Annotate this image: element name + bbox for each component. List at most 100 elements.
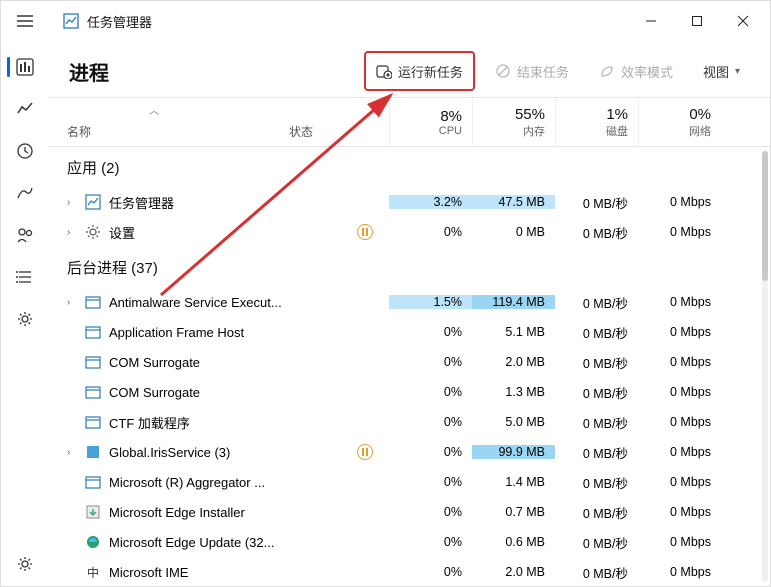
process-row[interactable]: ›设置0%0 MB0 MB/秒0 Mbps xyxy=(49,217,770,247)
nav-startup[interactable] xyxy=(5,173,45,213)
view-label: 视图 xyxy=(703,62,729,81)
cell-cpu: 3.2% xyxy=(389,195,472,209)
cell-mem: 2.0 MB xyxy=(472,355,555,369)
cell-mem: 5.0 MB xyxy=(472,415,555,429)
toolbar: 进程 运行新任务 结束任务 效率模式 视图 ▾ xyxy=(49,45,770,97)
process-name: Microsoft IME xyxy=(109,565,188,580)
process-row[interactable]: ›Antimalware Service Execut...1.5%119.4 … xyxy=(49,287,770,317)
scrollbar-thumb[interactable] xyxy=(762,151,768,281)
nav-users[interactable] xyxy=(5,215,45,255)
process-name: Microsoft Edge Installer xyxy=(109,505,245,520)
process-row[interactable]: Application Frame Host0%5.1 MB0 MB/秒0 Mb… xyxy=(49,317,770,347)
cell-net: 0 Mbps xyxy=(638,565,721,579)
cell-net: 0 Mbps xyxy=(638,445,721,459)
end-task-button[interactable]: 结束任务 xyxy=(485,55,579,87)
maximize-button[interactable] xyxy=(674,1,720,41)
end-task-icon xyxy=(495,63,511,79)
group-background[interactable]: 后台进程 (37) xyxy=(49,247,770,287)
efficiency-mode-button[interactable]: 效率模式 xyxy=(589,55,683,87)
process-name: 设置 xyxy=(109,223,135,242)
window-controls xyxy=(628,1,766,41)
expand-chevron-icon[interactable]: › xyxy=(67,197,77,208)
process-name: 任务管理器 xyxy=(109,193,174,212)
col-name[interactable]: ︿ 名称 xyxy=(49,98,289,146)
chevron-down-icon: ▾ xyxy=(735,66,740,77)
col-memory[interactable]: 55%内存 xyxy=(472,98,555,146)
app-title: 任务管理器 xyxy=(87,12,152,31)
group-apps[interactable]: 应用 (2) xyxy=(49,147,770,187)
cell-cpu: 1.5% xyxy=(389,295,472,309)
process-row[interactable]: › 任务管理器 3.2%47.5 MB0 MB/秒0 Mbps xyxy=(49,187,770,217)
process-status xyxy=(289,444,389,460)
col-cpu[interactable]: 8%CPU xyxy=(389,98,472,146)
hamburger-menu-button[interactable] xyxy=(5,1,45,41)
cell-cpu: 0% xyxy=(389,225,472,239)
run-new-task-button[interactable]: 运行新任务 xyxy=(364,51,475,91)
expand-chevron-icon[interactable]: › xyxy=(67,227,77,238)
iris-icon xyxy=(85,444,101,460)
process-row[interactable]: CTF 加载程序0%5.0 MB0 MB/秒0 Mbps xyxy=(49,407,770,437)
nav-services[interactable] xyxy=(5,299,45,339)
process-name: Microsoft Edge Update (32... xyxy=(109,535,274,550)
cell-net: 0 Mbps xyxy=(638,355,721,369)
cell-cpu: 0% xyxy=(389,385,472,399)
expand-chevron-icon[interactable]: › xyxy=(67,297,77,308)
cell-disk: 0 MB/秒 xyxy=(555,473,638,492)
process-row[interactable]: 中Microsoft IME0%2.0 MB0 MB/秒0 Mbps xyxy=(49,557,770,586)
cell-disk: 0 MB/秒 xyxy=(555,293,638,312)
process-row[interactable]: Microsoft Edge Update (32...0%0.6 MB0 MB… xyxy=(49,527,770,557)
sidebar xyxy=(1,41,49,586)
process-name: Application Frame Host xyxy=(109,325,244,340)
process-row[interactable]: Microsoft Edge Installer0%0.7 MB0 MB/秒0 … xyxy=(49,497,770,527)
col-status-label: 状态 xyxy=(289,123,313,140)
column-header: ︿ 名称 状态 8%CPU 55%内存 1%磁盘 0%网络 xyxy=(49,97,770,147)
col-status[interactable]: 状态 xyxy=(289,98,389,146)
cell-net: 0 Mbps xyxy=(638,195,721,209)
nav-performance[interactable] xyxy=(5,89,45,129)
cell-cpu: 0% xyxy=(389,565,472,579)
cell-disk: 0 MB/秒 xyxy=(555,443,638,462)
end-task-label: 结束任务 xyxy=(517,62,569,81)
cell-net: 0 Mbps xyxy=(638,535,721,549)
nav-settings[interactable] xyxy=(5,544,45,584)
process-status xyxy=(289,224,389,240)
cell-cpu: 0% xyxy=(389,535,472,549)
svg-text:中: 中 xyxy=(87,565,99,580)
process-name: Microsoft (R) Aggregator ... xyxy=(109,475,265,490)
disk-pct: 1% xyxy=(606,106,628,123)
close-button[interactable] xyxy=(720,1,766,41)
efficiency-label: 效率模式 xyxy=(621,62,673,81)
cell-mem: 0 MB xyxy=(472,225,555,239)
cell-mem: 1.3 MB xyxy=(472,385,555,399)
process-row[interactable]: ›Global.IrisService (3)0%99.9 MB0 MB/秒0 … xyxy=(49,437,770,467)
nav-processes[interactable] xyxy=(5,47,45,87)
window-icon xyxy=(85,354,101,370)
nav-details[interactable] xyxy=(5,257,45,297)
window-icon xyxy=(85,414,101,430)
cell-cpu: 0% xyxy=(389,355,472,369)
minimize-button[interactable] xyxy=(628,1,674,41)
cell-disk: 0 MB/秒 xyxy=(555,193,638,212)
process-name: Global.IrisService (3) xyxy=(109,445,230,460)
cell-net: 0 Mbps xyxy=(638,295,721,309)
net-pct: 0% xyxy=(689,106,711,123)
scrollbar[interactable] xyxy=(762,151,768,582)
col-disk[interactable]: 1%磁盘 xyxy=(555,98,638,146)
cell-mem: 47.5 MB xyxy=(472,195,555,209)
paused-icon xyxy=(357,224,373,240)
process-row[interactable]: Microsoft (R) Aggregator ...0%1.4 MB0 MB… xyxy=(49,467,770,497)
titlebar: 任务管理器 xyxy=(1,1,770,41)
process-row[interactable]: COM Surrogate0%1.3 MB0 MB/秒0 Mbps xyxy=(49,377,770,407)
expand-chevron-icon[interactable]: › xyxy=(67,447,77,458)
cell-disk: 0 MB/秒 xyxy=(555,223,638,242)
cell-cpu: 0% xyxy=(389,325,472,339)
view-dropdown[interactable]: 视图 ▾ xyxy=(693,55,750,87)
paused-icon xyxy=(357,444,373,460)
cell-disk: 0 MB/秒 xyxy=(555,533,638,552)
process-row[interactable]: COM Surrogate0%2.0 MB0 MB/秒0 Mbps xyxy=(49,347,770,377)
process-name: COM Surrogate xyxy=(109,385,200,400)
cell-net: 0 Mbps xyxy=(638,415,721,429)
nav-app-history[interactable] xyxy=(5,131,45,171)
col-network[interactable]: 0%网络 xyxy=(638,98,721,146)
cell-disk: 0 MB/秒 xyxy=(555,383,638,402)
